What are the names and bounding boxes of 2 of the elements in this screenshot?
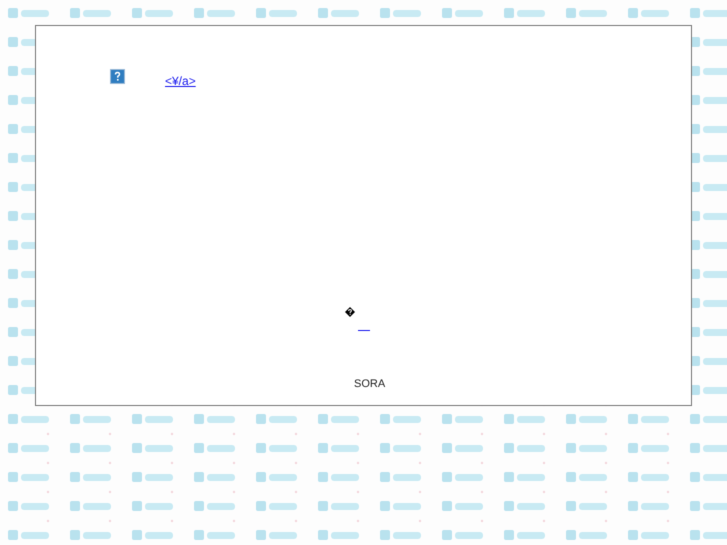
footer-text: SORA (354, 378, 386, 390)
link[interactable]: <¥/a> (165, 74, 196, 88)
